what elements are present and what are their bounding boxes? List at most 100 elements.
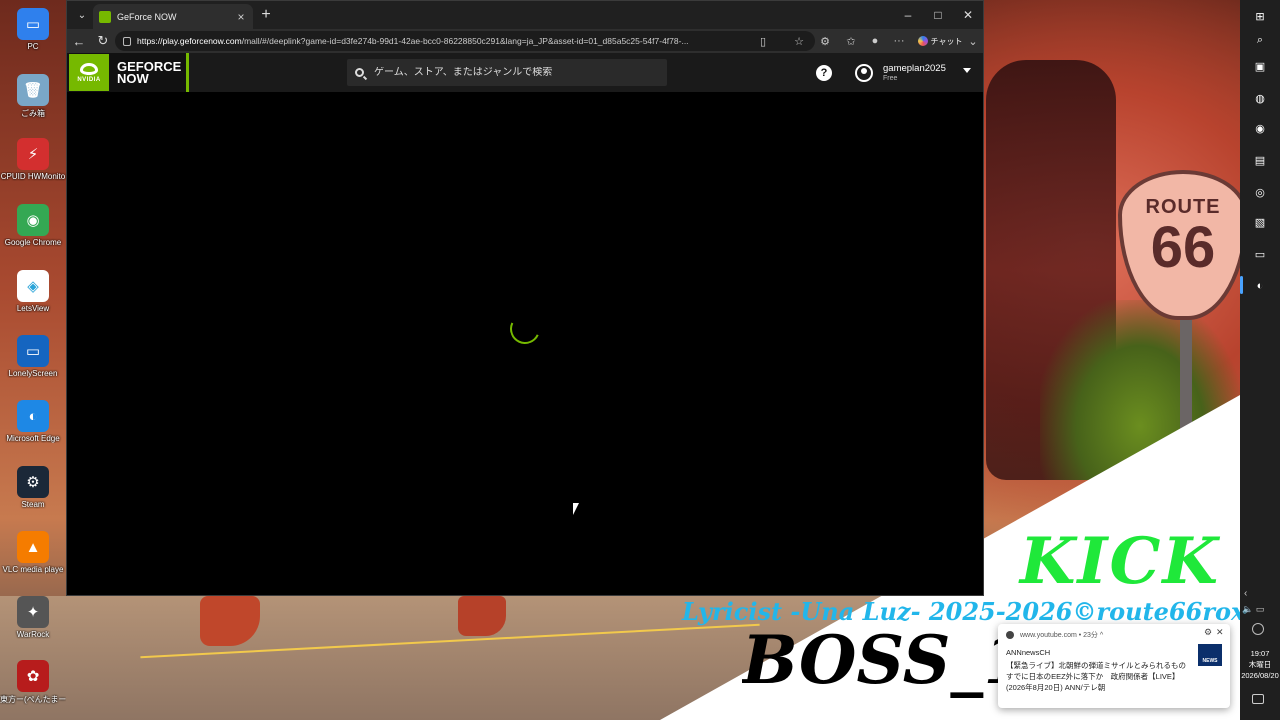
clock-time: 19:07	[1250, 649, 1270, 658]
wallpaper-character-foot	[458, 596, 506, 636]
vlc-icon: ▲	[17, 531, 49, 563]
gfn-wordmark: GEFORCE NOW	[117, 60, 181, 85]
url-text: https://play.geforcenow.com/mall/#/deepl…	[137, 36, 689, 46]
close-window-icon[interactable]: ✕	[953, 1, 983, 29]
tab-geforce-now[interactable]: GeForce NOW ×	[93, 4, 253, 29]
user-tier: Free	[883, 75, 898, 82]
desktop-icon-label: PC	[27, 42, 39, 51]
gfn-search-box[interactable]	[347, 59, 667, 86]
address-bar[interactable]: https://play.geforcenow.com/mall/#/deepl…	[115, 31, 815, 51]
desktop-icon-label: 東方ー(ぺんたまー	[0, 695, 66, 704]
active-app-indicator	[1240, 276, 1243, 294]
notification-source-text: www.youtube.com • 23分 ^	[1020, 632, 1104, 639]
desktop-icon[interactable]: ◈ LetsView	[0, 266, 66, 328]
notification-source: www.youtube.com • 23分 ^	[1006, 630, 1103, 640]
browser-toolbar: ← ↻ https://play.geforcenow.com/mall/#/d…	[67, 29, 983, 53]
taskbar-app-icon[interactable]: ▤	[1248, 148, 1272, 172]
xbox-extension-icon[interactable]: ●	[867, 33, 883, 49]
pc-icon: ▭	[17, 8, 49, 40]
loading-spinner-icon	[505, 309, 545, 349]
gfn-header: NVIDIA GEFORCE NOW ? gameplan2025 Free	[67, 53, 983, 92]
chrome-icon: ◉	[17, 204, 49, 236]
browser-window: ⌄ GeForce NOW × + – □ ✕ ← ↻ https://play…	[66, 0, 984, 596]
tab-close-icon[interactable]: ×	[233, 9, 249, 25]
edge-icon: ◐	[17, 400, 49, 432]
taskbar-clock[interactable]: 19:07 木曜日 2026/08/20	[1240, 648, 1280, 681]
xbox-icon[interactable]: ◎	[1248, 180, 1272, 204]
gfn-content-area	[67, 92, 983, 595]
start-windows-icon[interactable]: ⊞	[1248, 4, 1272, 28]
reload-icon[interactable]: ↻	[93, 32, 113, 50]
route-sign-number: 66	[1150, 215, 1216, 280]
lonelyscreen-icon: ▭	[17, 335, 49, 367]
clock-day: 木曜日	[1248, 660, 1272, 669]
recycle-bin-icon: 🗑	[17, 74, 49, 106]
chevron-down-icon[interactable]: ⌄	[965, 33, 981, 49]
back-arrow-icon[interactable]: ←	[69, 32, 89, 50]
help-icon[interactable]: ?	[816, 65, 832, 81]
touhou-icon: ✿	[17, 660, 49, 692]
desktop-icon-label: CPUID HWMonito	[0, 172, 66, 181]
more-menu-icon[interactable]: ···	[891, 33, 907, 49]
taskbar-app-icon[interactable]: ▧	[1248, 210, 1272, 234]
desktop-icon-label: WarRock	[16, 630, 50, 639]
hwmonitor-icon: ⚡	[17, 138, 49, 170]
maximize-icon[interactable]: □	[923, 1, 953, 29]
extensions-icon[interactable]: ⚙	[817, 33, 833, 49]
clock-date: 2026/08/20	[1241, 671, 1279, 680]
task-view-icon[interactable]: ▣	[1248, 54, 1272, 78]
tray-volume-network-icon[interactable]: 🔈 ▭	[1242, 604, 1278, 616]
close-icon[interactable]: ✕	[1216, 627, 1224, 638]
read-aloud-icon[interactable]: ▯	[755, 33, 771, 49]
minimize-icon[interactable]: –	[893, 1, 923, 29]
gfn-logo[interactable]: NVIDIA GEFORCE NOW	[67, 53, 189, 92]
browser-source-icon	[1006, 631, 1014, 639]
notification-center-icon[interactable]	[1252, 694, 1264, 704]
desktop-icon-label: LetsView	[16, 304, 50, 313]
notification-toast[interactable]: www.youtube.com • 23分 ^ ⚙ ✕ ANNnewsCH 【緊…	[998, 624, 1230, 708]
desktop-icon-label: VLC media playe	[2, 565, 64, 574]
desktop-icon[interactable]: ⚙ Steam	[0, 462, 66, 524]
favorites-bar-icon[interactable]: ✩	[843, 33, 859, 49]
overlay-kick-text: KICK	[1019, 524, 1220, 599]
desktop-icon[interactable]: ⚡ CPUID HWMonito	[0, 134, 66, 196]
desktop-icons: ▭ PC 🗑 ごみ箱 ⚡ CPUID HWMonito ◉ Google Chrome ◈ Let…	[0, 0, 66, 720]
tray-mute-icon[interactable]	[1252, 623, 1264, 635]
new-tab-plus-icon[interactable]: +	[257, 6, 275, 24]
desktop-icon-label: LonelyScreen	[8, 369, 58, 378]
search-icon	[355, 68, 364, 77]
desktop-icon[interactable]: ◐ Microsoft Edge	[0, 396, 66, 458]
user-menu[interactable]: gameplan2025 Free	[855, 61, 975, 85]
monitor-icon[interactable]: ▭	[1248, 242, 1272, 266]
desktop-icon[interactable]: ✿ 東方ー(ぺんたまー	[0, 656, 66, 718]
taskbar-app-icon[interactable]: ◍	[1248, 86, 1272, 110]
notification-thumbnail: NEWS	[1198, 644, 1222, 666]
chat-label: チャット	[930, 36, 963, 46]
browser-titlebar[interactable]: ⌄ GeForce NOW × + – □ ✕	[67, 1, 983, 29]
search-input[interactable]	[374, 67, 654, 78]
avatar-icon	[855, 64, 873, 82]
copilot-icon	[917, 36, 928, 46]
copilot-chat-button[interactable]: チャット	[917, 32, 963, 50]
desktop-icon[interactable]: ▭ PC	[0, 4, 66, 66]
letsview-icon: ◈	[17, 270, 49, 302]
desktop-icon[interactable]: ◉ Google Chrome	[0, 200, 66, 262]
edge-icon[interactable]: ◐	[1248, 274, 1272, 298]
desktop-icon[interactable]: ▲ VLC media playe	[0, 527, 66, 589]
tray-chevron-icon[interactable]: ‹	[1244, 588, 1256, 600]
notification-body: 【緊急ライブ】北朝鮮の弾道ミサイルとみられるもの すでに日本のEEZ外に落下か …	[1006, 661, 1194, 692]
desktop-icon[interactable]: 🗑 ごみ箱	[0, 70, 66, 132]
desktop-icon-label: Microsoft Edge	[6, 434, 60, 443]
taskbar-app-icon[interactable]: ◉	[1248, 116, 1272, 140]
favorite-star-icon[interactable]: ☆	[791, 33, 807, 49]
desktop-icon[interactable]: ▭ LonelyScreen	[0, 331, 66, 393]
lock-icon	[123, 36, 131, 46]
warrock-icon: ✦	[17, 596, 49, 628]
taskbar-search-icon[interactable]: ⌕	[1248, 28, 1272, 52]
geforce-favicon-icon	[99, 10, 111, 23]
nvidia-logo-icon: NVIDIA	[69, 54, 109, 91]
chevron-down-icon[interactable]	[963, 68, 971, 73]
desktop-icon[interactable]: ✦ WarRock	[0, 592, 66, 654]
tab-actions-chevron-icon[interactable]: ⌄	[71, 5, 93, 25]
gear-icon[interactable]: ⚙	[1204, 627, 1212, 638]
